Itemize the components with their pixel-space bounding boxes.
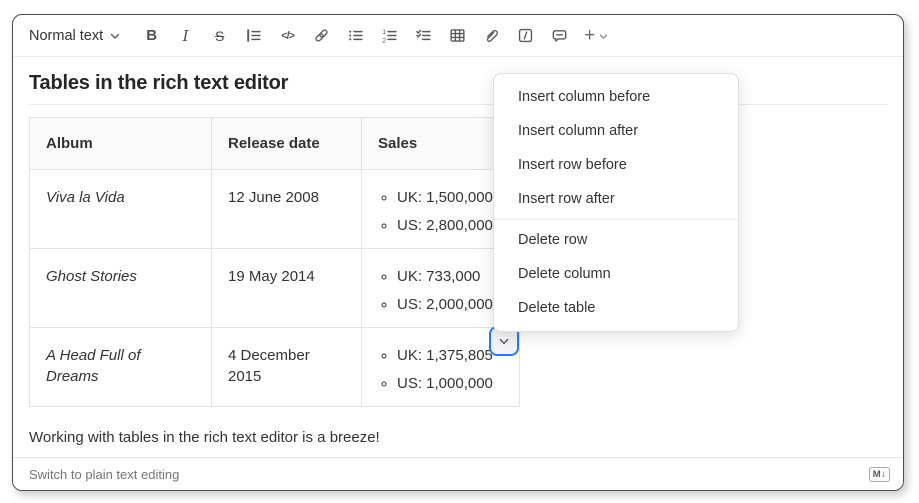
svg-text:1: 1 [382, 29, 386, 36]
menu-item-delete-row[interactable]: Delete row [494, 223, 738, 257]
sales-list: UK: 1,375,805 US: 1,000,000 [378, 345, 503, 394]
sales-list: UK: 1,500,000 US: 2,800,000 [378, 187, 503, 236]
chevron-down-icon [599, 27, 608, 45]
menu-divider [494, 219, 738, 220]
menu-item-insert-column-after[interactable]: Insert column after [494, 114, 738, 148]
rich-text-editor-window: Normal text B I S </> [12, 14, 904, 491]
insert-table-icon [449, 27, 466, 44]
link-icon [313, 27, 330, 44]
to-do-list-button[interactable] [414, 26, 433, 46]
insert-more-dropdown[interactable]: + [584, 26, 608, 45]
bulleted-list-icon [347, 27, 364, 44]
sales-item: US: 1,000,000 [397, 373, 503, 394]
albums-table: Album Release date Sales Viva la Vida 12… [29, 117, 520, 407]
sales-item: UK: 733,000 [397, 266, 503, 287]
cell-album[interactable]: A Head Full of Dreams [30, 328, 212, 407]
column-header-album[interactable]: Album [30, 118, 212, 170]
code-button[interactable]: </> [278, 26, 297, 46]
title-divider [29, 104, 887, 105]
cell-album[interactable]: Viva la Vida [30, 170, 212, 249]
paragraph-style-dropdown[interactable]: Normal text [29, 28, 120, 44]
sales-item: US: 2,000,000 [397, 294, 503, 315]
cell-release-date[interactable]: 19 May 2014 [212, 249, 362, 328]
editor-content[interactable]: Tables in the rich text editor Album Rel… [13, 57, 903, 448]
table-row: Viva la Vida 12 June 2008 UK: 1,500,000 … [30, 170, 520, 249]
table-row: Ghost Stories 19 May 2014 UK: 733,000 US… [30, 249, 520, 328]
column-header-release-date[interactable]: Release date [212, 118, 362, 170]
menu-item-delete-column[interactable]: Delete column [494, 257, 738, 291]
attachment-icon [483, 27, 500, 44]
chevron-down-icon [498, 336, 510, 347]
closing-paragraph: Working with tables in the rich text edi… [29, 428, 887, 448]
numbered-list-icon: 1 2 [381, 27, 398, 44]
menu-item-insert-column-before[interactable]: Insert column before [494, 80, 738, 114]
block-quote-icon [245, 27, 262, 44]
code-block-button[interactable] [516, 26, 535, 46]
table-context-menu: Insert column before Insert column after… [493, 73, 739, 332]
code-block-icon [517, 27, 534, 44]
paragraph-style-label: Normal text [29, 28, 103, 44]
svg-text:2: 2 [382, 37, 386, 44]
italic-button[interactable]: I [176, 26, 195, 46]
italic-icon: I [183, 27, 189, 45]
cell-release-date[interactable]: 12 June 2008 [212, 170, 362, 249]
comment-button[interactable] [550, 26, 569, 46]
cell-release-date[interactable]: 4 December 2015 [212, 328, 362, 407]
sales-item: US: 2,800,000 [397, 215, 503, 236]
switch-to-plain-text-link[interactable]: Switch to plain text editing [29, 467, 179, 482]
code-icon: </> [281, 30, 294, 42]
to-do-list-icon [415, 27, 432, 44]
insert-table-button[interactable] [448, 26, 467, 46]
sales-item: UK: 1,500,000 [397, 187, 503, 208]
menu-item-insert-row-after[interactable]: Insert row after [494, 182, 738, 216]
chevron-down-icon [110, 28, 120, 44]
table-header-row: Album Release date Sales [30, 118, 520, 170]
table-row: A Head Full of Dreams 4 December 2015 UK… [30, 328, 520, 407]
numbered-list-button[interactable]: 1 2 [380, 26, 399, 46]
plus-icon: + [584, 26, 595, 45]
block-quote-button[interactable] [244, 26, 263, 46]
editor-statusbar: Switch to plain text editing M↓ [13, 457, 903, 490]
sales-list: UK: 733,000 US: 2,000,000 [378, 266, 503, 315]
sales-item: UK: 1,375,805 [397, 345, 503, 366]
page-title: Tables in the rich text editor [29, 71, 887, 95]
bulleted-list-button[interactable] [346, 26, 365, 46]
attachment-button[interactable] [482, 26, 501, 46]
strikethrough-icon: S [215, 28, 224, 44]
markdown-badge: M↓ [869, 467, 890, 482]
menu-item-delete-table[interactable]: Delete table [494, 291, 738, 325]
comment-icon [551, 27, 568, 44]
strikethrough-button[interactable]: S [210, 26, 229, 46]
bold-icon: B [146, 27, 157, 44]
link-button[interactable] [312, 26, 331, 46]
menu-item-insert-row-before[interactable]: Insert row before [494, 148, 738, 182]
bold-button[interactable]: B [142, 26, 161, 46]
cell-album[interactable]: Ghost Stories [30, 249, 212, 328]
editor-toolbar: Normal text B I S </> [13, 15, 903, 57]
